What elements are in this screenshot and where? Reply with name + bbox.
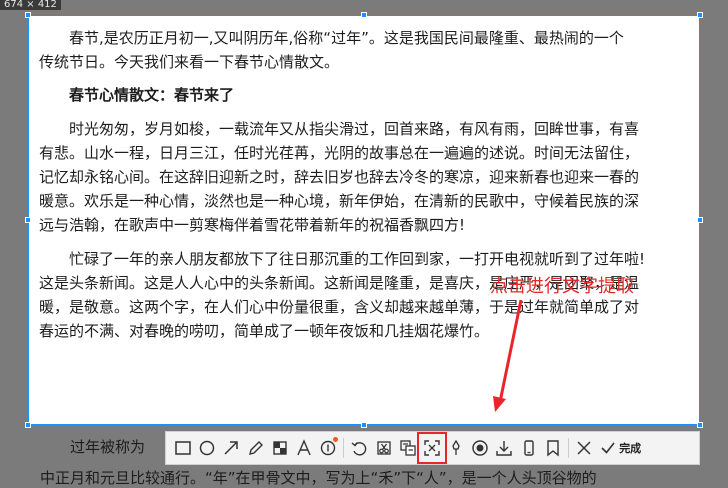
paragraph-line: 暖意。欢乐是一种心情，淡然也是一种心境，新年伊始，在清新的民歌中，守候着民族的深	[39, 192, 640, 211]
text-recognition-icon	[424, 440, 440, 456]
ellipse-tool[interactable]	[196, 436, 218, 460]
screenshot-toolbar: 完成	[165, 431, 700, 465]
toolbar-divider	[343, 438, 345, 458]
selection-size-label: 674 × 412	[0, 0, 61, 10]
resize-handle-bottom[interactable]	[361, 422, 367, 428]
finish-button-label: 完成	[619, 442, 642, 455]
annotation-text: 点击进行文字提取	[490, 276, 634, 297]
paragraph-line: 记忆却永铭心间。在这辞旧迎新之时，辞去旧岁也辞去冷冬的寒凉，迎来新春也迎来一春的	[39, 168, 640, 187]
pin-icon	[452, 439, 460, 455]
close-icon	[577, 441, 591, 455]
download-icon	[496, 441, 513, 456]
download-tool[interactable]	[493, 436, 515, 460]
background-text-line: 过年被称为	[70, 438, 146, 456]
undo-tool[interactable]	[348, 436, 370, 460]
resize-handle-top-left[interactable]	[25, 12, 31, 18]
phone-icon	[523, 440, 534, 456]
resize-handle-top[interactable]	[361, 12, 367, 18]
mosaic-icon	[273, 441, 287, 455]
section-heading: 春节心情散文：春节来了	[69, 86, 235, 105]
arrow-icon	[224, 441, 239, 455]
resize-handle-left[interactable]	[25, 217, 31, 223]
paragraph-line: 暖，是敬意。这两个字，在人们心中份量很重，含义却越来越单薄，于是过年就简单成了对	[39, 298, 640, 317]
translate-tool[interactable]	[397, 436, 419, 460]
text-tool[interactable]	[293, 436, 315, 460]
text-icon	[297, 439, 311, 456]
paragraph-line: 忙碌了一年的亲人朋友都放下了往日那沉重的工作回到家，一打开电视就听到了过年啦!	[69, 249, 646, 268]
capture-selection[interactable]: 春节,是农历正月初一,又叫阴历年,俗称“过年”。这是我国民间最隆重、最热闹的一个…	[28, 15, 700, 425]
ellipse-icon	[199, 440, 215, 456]
paragraph-line: 远与浩翰，在歌声中一剪寒梅伴着雪花带着新年的祝福香飘四方!	[39, 216, 466, 235]
text-extraction-tool[interactable]	[416, 432, 447, 464]
pen-tool[interactable]	[245, 436, 267, 460]
paragraph-line: 春节,是农历正月初一,又叫阴历年,俗称“过年”。这是我国民间最隆重、最热闹的一个	[69, 29, 624, 47]
mosaic-tool[interactable]	[269, 436, 291, 460]
paragraph-line: 有悲。山水一程，日月三江，任时光荏苒，光阴的故事总在一遍遍的述说。时间无法留住，	[39, 143, 640, 162]
pencil-icon	[248, 441, 263, 455]
crop-tool[interactable]	[373, 436, 395, 460]
bookmark-icon	[547, 440, 559, 457]
resize-handle-bottom-left[interactable]	[25, 422, 31, 428]
resize-handle-top-right[interactable]	[697, 12, 703, 18]
record-icon	[472, 440, 488, 456]
resize-handle-right[interactable]	[697, 217, 703, 223]
record-tool[interactable]	[469, 436, 491, 460]
bookmark-tool[interactable]	[542, 436, 564, 460]
phone-tool[interactable]	[518, 436, 540, 460]
paragraph-line: 时光匆匆，岁月如梭，一载流年又从指尖滑过，回首来路，有风有雨，回眸世事，有喜	[69, 119, 640, 138]
translate-icon	[400, 440, 416, 456]
toolbar-divider	[568, 438, 569, 458]
number-marker-tool[interactable]	[317, 436, 339, 460]
finish-button[interactable]: 完成	[599, 439, 641, 457]
resize-handle-bottom-right[interactable]	[697, 422, 703, 428]
checkmark-icon	[601, 442, 615, 454]
rectangle-icon	[175, 441, 191, 455]
color-dot-badge	[333, 437, 339, 442]
paragraph-line: 春运的不满、对春晚的唠叨，简单成了一顿年夜饭和几挂烟花爆竹。	[39, 322, 490, 341]
cancel-button[interactable]	[573, 436, 595, 460]
scissors-icon	[376, 441, 391, 455]
rectangle-tool[interactable]	[172, 436, 194, 460]
undo-icon	[351, 442, 367, 456]
pin-tool[interactable]	[445, 436, 467, 460]
background-text-line: 中正月和元旦比较通行。“年”在甲骨文中，写为上“禾”下“人”，是一个人头顶谷物的	[40, 469, 597, 487]
paragraph-line: 传统节日。今天我们来看一下春节心情散文。	[39, 53, 340, 72]
arrow-tool[interactable]	[220, 436, 242, 460]
